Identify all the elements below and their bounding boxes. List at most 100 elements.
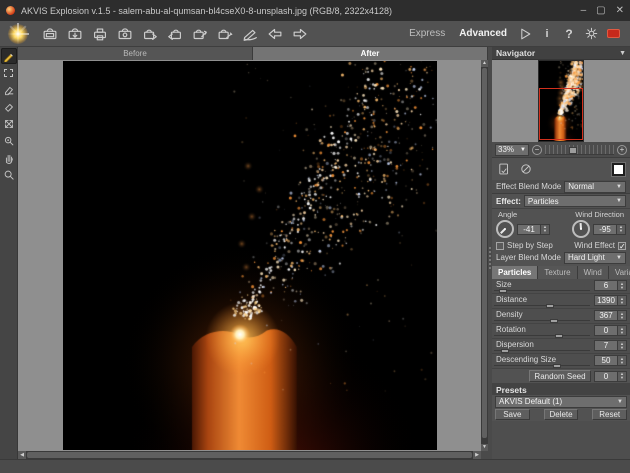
effect-dropdown[interactable]: Particles ▼ (524, 195, 626, 207)
redo-icon[interactable] (288, 24, 311, 44)
wind-direction-value[interactable]: -95 (593, 224, 617, 235)
zoom-tool[interactable] (1, 167, 17, 183)
wind-direction-stepper[interactable]: ▲▼ (617, 224, 626, 235)
background-color-swatch[interactable] (611, 162, 626, 177)
about-icon[interactable]: i (536, 24, 558, 44)
slider-stepper[interactable]: ▲▼ (618, 295, 627, 306)
scroll-up-icon[interactable]: ▲ (481, 60, 488, 67)
slider-label: Distance (496, 295, 527, 304)
lasso-tool[interactable] (1, 65, 17, 81)
eraser-tool[interactable] (1, 82, 17, 98)
wind-direction-dial[interactable] (572, 220, 590, 238)
effect-label: Effect: (496, 197, 521, 206)
scroll-down-icon[interactable]: ▼ (481, 444, 488, 451)
layer-blend-mode-dropdown[interactable]: Hard Light ▼ (564, 252, 626, 264)
mode-advanced-button[interactable]: Advanced (452, 26, 514, 41)
angle-value[interactable]: -41 (517, 224, 541, 235)
slider-value[interactable]: 6 (594, 280, 618, 291)
step-by-step-label: Step by Step (507, 241, 553, 250)
parameters-brush-tool[interactable] (1, 133, 17, 149)
slider-stepper[interactable]: ▲▼ (618, 310, 627, 321)
chevron-down-icon[interactable]: ▼ (619, 50, 626, 57)
scroll-right-icon[interactable]: ▶ (473, 451, 481, 459)
post-image-icon[interactable] (113, 24, 136, 44)
minimize-button[interactable]: – (581, 6, 587, 16)
transform-tool[interactable] (1, 116, 17, 132)
slider-handle[interactable] (501, 349, 509, 353)
effect-parameters-icon[interactable] (496, 161, 512, 177)
angle-stepper[interactable]: ▲▼ (541, 224, 550, 235)
undo-icon[interactable] (263, 24, 286, 44)
photo-image[interactable] (63, 61, 437, 450)
navigator-title: Navigator (496, 48, 535, 58)
delete-preset-button[interactable]: Delete (544, 409, 579, 420)
hand-tool[interactable] (1, 150, 17, 166)
vertical-scroll-thumb[interactable] (482, 68, 487, 438)
mode-express-button[interactable]: Express (402, 26, 452, 41)
slider-handle[interactable] (499, 289, 507, 293)
export-presets-icon[interactable] (163, 24, 186, 44)
save-image-icon[interactable] (63, 24, 86, 44)
pencil-share-icon[interactable] (238, 24, 261, 44)
import-presets-icon[interactable] (138, 24, 161, 44)
tab-texture[interactable]: Texture (538, 266, 577, 279)
dials-row: -41 ▲▼ -95 ▲▼ (492, 218, 630, 240)
run-button[interactable] (514, 24, 536, 44)
direction-brush-tool[interactable] (1, 48, 17, 64)
chevron-down-icon: ▼ (616, 184, 622, 190)
tab-particles[interactable]: Particles (492, 266, 538, 279)
angle-dial[interactable] (496, 220, 514, 238)
zoom-in-button[interactable]: + (617, 145, 627, 155)
zoom-level-dropdown[interactable]: 33% ▼ (495, 144, 529, 156)
slider-value[interactable]: 50 (594, 355, 618, 366)
presets-dropdown[interactable]: AKVIS Default (1) ▼ (495, 396, 627, 408)
horizontal-scrollbar[interactable]: ◀ ▶ (18, 451, 481, 459)
effect-value: Particles (528, 197, 559, 206)
preferences-gear-icon[interactable] (580, 24, 602, 44)
tab-variations[interactable]: Variations (609, 266, 630, 279)
scroll-left-icon[interactable]: ◀ (18, 451, 26, 459)
layer-blend-mode-row: Layer Blend Mode Hard Light ▼ (492, 251, 630, 264)
slider-stepper[interactable]: ▲▼ (618, 355, 627, 366)
slider-stepper[interactable]: ▲▼ (618, 280, 627, 291)
slider-handle[interactable] (546, 304, 554, 308)
maximize-button[interactable]: ▢ (596, 6, 605, 16)
publish-image-icon[interactable] (213, 24, 236, 44)
save-preset-button[interactable]: Save (495, 409, 530, 420)
buy-icon[interactable] (602, 24, 624, 44)
slider-handle[interactable] (553, 364, 561, 368)
slider-stepper[interactable]: ▲▼ (618, 340, 627, 351)
zoom-slider[interactable] (545, 145, 614, 155)
close-button[interactable]: ✕ (616, 6, 624, 16)
random-seed-value[interactable]: 0 (594, 371, 618, 382)
effect-blend-mode-dropdown[interactable]: Normal ▼ (564, 181, 626, 193)
random-seed-button[interactable]: Random Seed (529, 370, 591, 382)
title-bar: AKVIS Explosion v.1.5 - salem-abu-al-qum… (0, 0, 630, 21)
print-icon[interactable] (88, 24, 111, 44)
slider-value[interactable]: 0 (594, 325, 618, 336)
tab-before[interactable]: Before (18, 47, 253, 60)
reset-preset-button[interactable]: Reset (592, 409, 627, 420)
last-parameters-icon[interactable] (518, 161, 534, 177)
share-image-icon[interactable] (188, 24, 211, 44)
wind-effect-checkbox[interactable]: ✓ (618, 242, 626, 250)
slider-value[interactable]: 1390 (594, 295, 618, 306)
tab-wind[interactable]: Wind (578, 266, 609, 279)
random-seed-stepper[interactable]: ▲▼ (618, 371, 627, 382)
slider-stepper[interactable]: ▲▼ (618, 325, 627, 336)
history-brush-tool[interactable] (1, 99, 17, 115)
slider-value[interactable]: 7 (594, 340, 618, 351)
slider-handle[interactable] (555, 334, 563, 338)
vertical-scrollbar[interactable]: ▲ ▼ (481, 60, 488, 451)
slider-value[interactable]: 367 (594, 310, 618, 321)
navigator-header[interactable]: Navigator ▼ (492, 47, 630, 60)
help-icon[interactable]: ? (558, 24, 580, 44)
slider-handle[interactable] (550, 319, 558, 323)
zoom-slider-thumb[interactable] (569, 147, 577, 154)
open-image-icon[interactable] (38, 24, 61, 44)
zoom-out-button[interactable]: − (532, 145, 542, 155)
tab-after[interactable]: After (253, 47, 488, 60)
horizontal-scroll-thumb[interactable] (27, 452, 472, 458)
navigator-view-frame[interactable] (539, 88, 583, 140)
step-by-step-checkbox[interactable] (496, 242, 504, 250)
